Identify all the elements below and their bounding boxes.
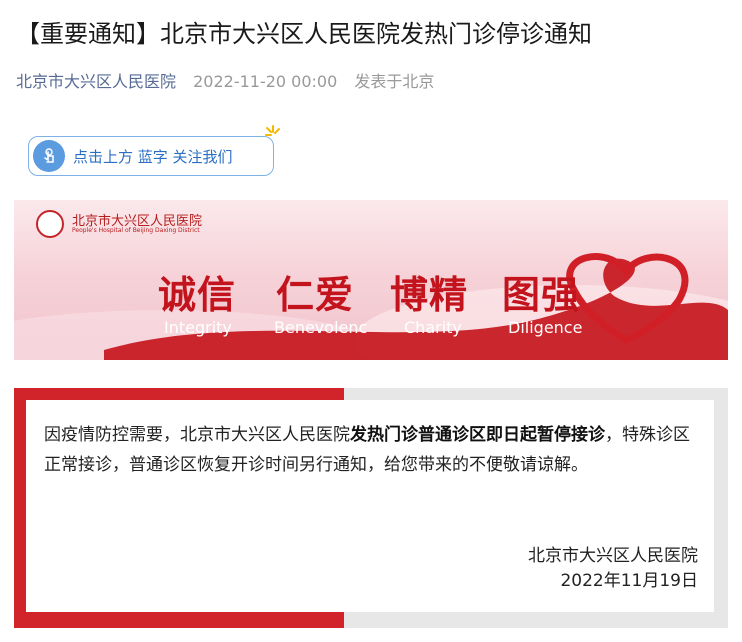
sparkle-icon [265, 125, 280, 136]
hand-tap-icon [33, 140, 65, 172]
hospital-name-en: People's Hospital of Beijing Daxing Dist… [72, 227, 200, 234]
notice-text-bold: 发热门诊普通诊区即日起暂停接诊 [350, 425, 605, 445]
notice-signature-block: 北京市大兴区人民医院 2022年11月19日 [528, 544, 698, 594]
notice-text-before: 因疫情防控需要，北京市大兴区人民医院 [44, 425, 350, 445]
follow-prompt[interactable]: 点击上方 蓝字 关注我们 [28, 136, 274, 176]
publish-location: 发表于北京 [354, 72, 435, 91]
account-name-link[interactable]: 北京市大兴区人民医院 [16, 72, 176, 91]
publish-time: 2022-11-20 00:00 [193, 72, 338, 91]
hospital-logo [36, 210, 64, 238]
notice-body: 因疫情防控需要，北京市大兴区人民医院发热门诊普通诊区即日起暂停接诊，特殊诊区正常… [44, 420, 704, 480]
value-diligence-en: Diligence [508, 318, 583, 337]
article-title: 【重要通知】北京市大兴区人民医院发热门诊停诊通知 [16, 20, 592, 48]
follow-prompt-label: 点击上方 蓝字 关注我们 [73, 147, 233, 166]
notice-signature: 北京市大兴区人民医院 [528, 546, 698, 566]
value-benevolence-cn: 仁爱 [276, 272, 355, 317]
hospital-values-banner: 北京市大兴区人民医院 People's Hospital of Beijing … [14, 200, 728, 360]
value-integrity-cn: 诚信 [158, 272, 237, 317]
value-charity-en: Charity [404, 318, 462, 337]
value-benevolence-en: Benevolenc [274, 318, 368, 337]
article-meta: 北京市大兴区人民医院 2022-11-20 00:00 发表于北京 [16, 68, 434, 92]
notice-date: 2022年11月19日 [560, 571, 698, 591]
value-integrity-en: Integrity [164, 318, 232, 337]
value-charity-cn: 博精 [390, 272, 469, 317]
value-diligence-cn: 图强 [502, 272, 581, 317]
